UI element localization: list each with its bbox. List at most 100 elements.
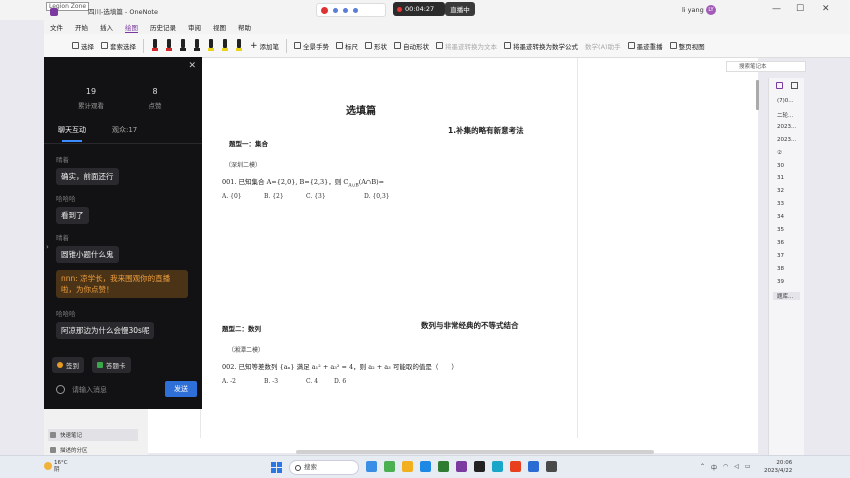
ink-to-text-label: 将墨迹转换为文本 — [445, 42, 498, 51]
page-item[interactable]: 33 — [777, 201, 784, 207]
menu-help[interactable]: 帮助 — [238, 22, 251, 32]
sort-icon[interactable] — [791, 82, 798, 89]
taskbar-app-1-icon[interactable] — [366, 461, 377, 472]
taskbar-app-3-icon[interactable] — [402, 461, 413, 472]
shapes-button[interactable]: 形状 — [365, 41, 387, 51]
vertical-scrollbar[interactable] — [756, 80, 759, 110]
checkin-button[interactable]: 签到 — [52, 357, 84, 373]
page-item[interactable]: 36 — [777, 240, 784, 246]
ink-to-math-button[interactable]: 将墨迹转换为数学公式 — [504, 41, 578, 51]
tab-viewers[interactable]: 观众:17 — [112, 125, 137, 142]
stat-likes: 8 点赞 — [130, 87, 180, 110]
chat-message: 晴着 圆锥小题什么鬼 — [56, 232, 119, 263]
chevron-right-icon[interactable]: › — [46, 243, 49, 251]
chat-input[interactable] — [72, 383, 160, 397]
page-item[interactable]: (7)0... — [777, 98, 794, 104]
horizontal-scrollbar[interactable] — [296, 450, 654, 454]
question-2-options: A. -2 B. -3 C. 4 D. 6 — [222, 378, 346, 385]
pen-1-icon[interactable] — [151, 38, 159, 53]
math-assistant-button[interactable]: 数学(A)助手 — [585, 41, 621, 51]
lasso-icon — [101, 42, 108, 49]
record-dot-icon — [397, 6, 402, 12]
taskbar-app-9-icon[interactable] — [510, 461, 521, 472]
maximize-button[interactable]: ☐ — [796, 4, 804, 14]
select-button[interactable]: 选择 — [72, 41, 94, 51]
taskbar-app-8-icon[interactable] — [492, 461, 503, 472]
taskbar-app-10-icon[interactable] — [528, 461, 539, 472]
ink-replay-button[interactable]: 墨迹重播 — [627, 41, 663, 51]
taskbar-app-11-icon[interactable] — [546, 461, 557, 472]
record-timer[interactable]: 00:04:27 — [393, 2, 445, 16]
wifi-icon[interactable]: ◠ — [723, 463, 728, 472]
page-item[interactable]: 37 — [777, 253, 784, 259]
close-icon[interactable]: ✕ — [188, 61, 196, 71]
add-page-icon[interactable] — [776, 82, 783, 89]
page-view-label: 整页视图 — [678, 42, 705, 51]
page-item[interactable]: 39 — [777, 279, 784, 285]
pen-6-icon[interactable] — [221, 38, 229, 53]
sogou-icon[interactable] — [321, 6, 328, 14]
quick-access — [50, 6, 58, 16]
lasso-button[interactable]: 套索选择 — [101, 41, 136, 51]
pen-3-icon[interactable] — [179, 38, 187, 53]
page-item[interactable]: 二轮... — [777, 111, 793, 119]
ruler-button[interactable]: 标尺 — [336, 41, 358, 51]
pen-2-icon[interactable] — [165, 38, 173, 53]
keyboard-icon[interactable] — [343, 7, 348, 13]
menu-draw[interactable]: 绘图 — [125, 22, 138, 33]
pen-7-icon[interactable] — [235, 38, 243, 53]
voice-icon[interactable] — [333, 7, 338, 13]
taskbar-app-7-icon[interactable] — [474, 461, 485, 472]
menu-home[interactable]: 开始 — [75, 22, 88, 32]
weather-widget[interactable]: 16°C 阴 — [44, 460, 68, 474]
minimize-button[interactable]: — — [772, 4, 781, 14]
taskbar-app-4-icon[interactable] — [420, 461, 431, 472]
auto-shape-button[interactable]: 自动形状 — [394, 41, 429, 51]
tools-icon[interactable] — [353, 7, 358, 13]
volume-icon[interactable]: ◁ — [734, 463, 739, 472]
menu-history[interactable]: 历史记录 — [150, 22, 176, 32]
add-pen-button[interactable]: + 添加笔 — [250, 41, 279, 51]
emoji-icon[interactable] — [56, 385, 65, 394]
quick-notes-item[interactable]: 快速笔记 — [48, 429, 138, 441]
page-item[interactable]: 30 — [777, 163, 784, 169]
menu-file[interactable]: 文件 — [50, 22, 63, 32]
tab-chat[interactable]: 聊天互动 — [58, 125, 86, 142]
page-view-button[interactable]: 整页视图 — [669, 41, 705, 51]
pen-5-icon[interactable] — [207, 38, 215, 53]
page-item[interactable]: ② — [777, 150, 782, 156]
input-language[interactable]: 中 — [711, 463, 717, 472]
search-notebook-input[interactable]: 搜索笔记本 — [726, 61, 806, 72]
taskbar-app-5-icon[interactable] — [438, 461, 449, 472]
answer-card-button[interactable]: 答题卡 — [92, 357, 131, 373]
ink-to-text-button[interactable]: 将墨迹转换为文本 — [436, 41, 497, 51]
clock[interactable]: 20:06 2023/4/22 — [764, 459, 792, 475]
taskbar-app-6-icon[interactable] — [456, 461, 467, 472]
menu-insert[interactable]: 插入 — [100, 22, 113, 32]
taskbar-search[interactable]: 搜索 — [289, 460, 359, 475]
page-item[interactable]: 32 — [777, 188, 784, 194]
taskbar-app-2-icon[interactable] — [384, 461, 395, 472]
page-item[interactable]: 2023... — [777, 137, 796, 143]
menu-review[interactable]: 审阅 — [188, 22, 201, 32]
sogou-toolbar[interactable] — [316, 3, 386, 17]
full-page-gesture-button[interactable]: 全景手势 — [294, 41, 329, 51]
pen-4-icon[interactable] — [193, 38, 201, 53]
menu-view[interactable]: 视图 — [213, 22, 226, 32]
live-status[interactable]: 直播中 — [445, 2, 475, 16]
send-button[interactable]: 发送 — [165, 381, 197, 397]
page-item[interactable]: 31 — [777, 175, 784, 181]
page-item[interactable]: 34 — [777, 214, 784, 220]
windows-start-icon[interactable] — [271, 462, 282, 473]
user-name[interactable]: li yang — [682, 6, 704, 14]
stat-value: 8 — [152, 87, 158, 96]
chevron-up-icon[interactable]: ⌃ — [700, 463, 705, 472]
avatar[interactable]: LY — [706, 5, 716, 15]
page-item[interactable]: 35 — [777, 227, 784, 233]
page-item[interactable]: 38 — [777, 266, 784, 272]
close-button[interactable]: ✕ — [822, 4, 830, 14]
page-item[interactable]: 2023... — [777, 124, 796, 130]
battery-icon[interactable]: ▭ — [745, 463, 751, 472]
message-sender: 晴着 — [56, 156, 69, 164]
page-item[interactable]: 题库... — [773, 291, 800, 300]
